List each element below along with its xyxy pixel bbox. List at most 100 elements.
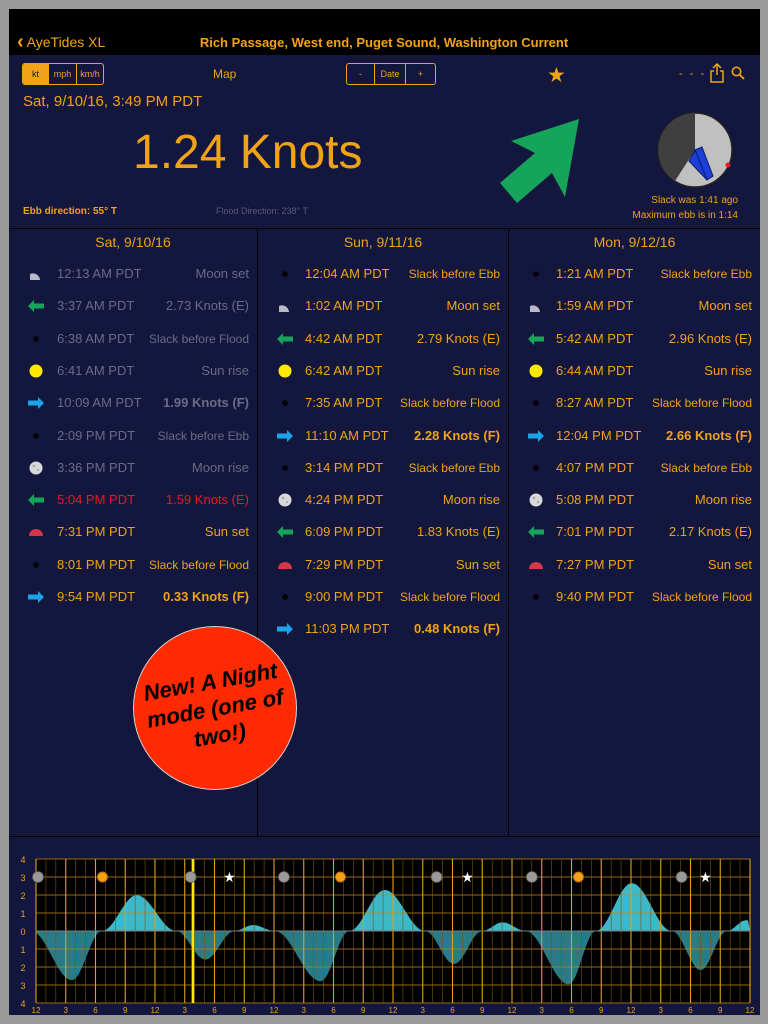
event-row[interactable]: 5:04 PM PDT 1.59 Knots (E): [9, 490, 257, 510]
event-row[interactable]: 4:42 AM PDT 2.79 Knots (E): [258, 329, 508, 349]
ebb-direction-arrow-icon: [497, 115, 592, 210]
event-description: Moon rise: [191, 459, 249, 475]
slack-dot-icon: [527, 266, 545, 282]
event-row[interactable]: 8:27 AM PDT Slack before Flood: [509, 393, 760, 413]
event-row[interactable]: 9:54 PM PDT 0.33 Knots (F): [9, 587, 257, 607]
event-row[interactable]: 9:40 PM PDT Slack before Flood: [509, 587, 760, 607]
event-row[interactable]: 3:36 PM PDT Moon rise: [9, 458, 257, 478]
event-row[interactable]: 3:14 PM PDT Slack before Ebb: [258, 458, 508, 478]
tide-graph[interactable]: 43210123412 3 6 9 12 3 6 9 12 3 6 9 12 3 6 9 12 3 6 9 12 3 6 9 1…: [9, 851, 760, 1015]
moon-icon: [525, 871, 538, 883]
sun-set-icon: [276, 557, 294, 573]
day-column: Mon, 9/12/16 1:21 AM PDT Slack before Ebb 1…: [509, 229, 760, 836]
event-time: 6:38 AM PDT: [57, 330, 135, 346]
x-tick-label: 6: [212, 1006, 217, 1015]
moon-rise-icon: [27, 460, 45, 476]
event-time: 12:04 AM PDT: [305, 266, 390, 281]
event-row[interactable]: 9:00 PM PDT Slack before Flood: [258, 587, 508, 607]
event-row[interactable]: 5:42 AM PDT 2.96 Knots (E): [509, 329, 760, 349]
event-description: Slack before Ebb: [408, 267, 500, 281]
event-row[interactable]: 7:29 PM PDT Sun set: [258, 555, 508, 575]
event-row[interactable]: 10:09 AM PDT 1.99 Knots (F): [9, 393, 257, 413]
map-button[interactable]: Map: [213, 67, 236, 81]
search-icon[interactable]: [731, 66, 745, 85]
x-tick-label: 6: [688, 1006, 693, 1015]
event-row[interactable]: 12:13 AM PDT Moon set: [9, 264, 257, 284]
moon-icon: [32, 871, 44, 883]
x-tick-label: 12: [270, 1006, 279, 1015]
favorite-star-icon[interactable]: ★: [547, 63, 566, 88]
ebb-arrow-icon: [527, 331, 545, 347]
event-row[interactable]: 7:27 PM PDT Sun set: [509, 555, 760, 575]
flood-arrow-icon: [527, 428, 545, 444]
event-row[interactable]: 6:38 AM PDT Slack before Flood: [9, 329, 257, 349]
unit-mph-button[interactable]: mph: [49, 64, 77, 84]
current-speed: 1.24 Knots: [133, 126, 363, 179]
event-row[interactable]: 1:59 AM PDT Moon set: [509, 296, 760, 316]
y-tick-label: 1: [20, 945, 25, 955]
event-description: 2.96 Knots (E): [668, 330, 752, 346]
flood-arrow-icon: [276, 428, 294, 444]
slack-dot-icon: [27, 428, 45, 444]
star-icon: ★: [699, 870, 712, 886]
event-row[interactable]: 7:31 PM PDT Sun set: [9, 522, 257, 542]
event-description: Slack before Flood: [651, 396, 752, 411]
unit-kt-button[interactable]: kt: [23, 64, 49, 84]
event-row[interactable]: 7:35 AM PDT Slack before Flood: [258, 393, 508, 413]
event-time: 7:29 PM PDT: [305, 556, 384, 572]
event-row[interactable]: 8:01 PM PDT Slack before Flood: [9, 555, 257, 575]
event-row[interactable]: 7:01 PM PDT 2.17 Knots (E): [509, 522, 760, 542]
event-row[interactable]: 6:42 AM PDT Sun rise: [258, 361, 508, 381]
y-tick-label: 3: [20, 873, 25, 883]
event-time: 1:02 AM PDT: [305, 298, 383, 314]
event-description: 2.66 Knots (F): [666, 427, 752, 443]
slack-dot-icon: [527, 589, 545, 605]
flood-arrow-icon: [27, 395, 45, 411]
event-row[interactable]: 5:08 PM PDT Moon rise: [509, 490, 760, 510]
event-time: 5:42 AM PDT: [556, 330, 634, 346]
event-row[interactable]: 1:02 AM PDT Moon set: [258, 296, 508, 316]
event-description: Slack before Ebb: [408, 460, 500, 475]
event-row[interactable]: 6:44 AM PDT Sun rise: [509, 361, 760, 381]
tide-clock-dial: [655, 110, 735, 195]
y-tick-label: 4: [20, 855, 25, 865]
event-description: 1.59 Knots (E): [165, 492, 249, 508]
slack-dot-icon: [527, 395, 545, 411]
moon-icon: [184, 871, 197, 883]
x-tick-label: 6: [569, 1006, 574, 1015]
event-time: 6:42 AM PDT: [305, 362, 383, 378]
event-row[interactable]: 12:04 AM PDT Slack before Ebb: [258, 264, 508, 284]
date-button[interactable]: Date: [375, 64, 406, 84]
event-description: Sun set: [707, 556, 752, 572]
date-plus-button[interactable]: +: [406, 64, 435, 84]
event-row[interactable]: 3:37 AM PDT 2.73 Knots (E): [9, 296, 257, 316]
event-row[interactable]: 4:24 PM PDT Moon rise: [258, 490, 508, 510]
date-minus-button[interactable]: -: [347, 64, 375, 84]
event-time: 2:09 PM PDT: [57, 427, 136, 443]
moon-set-icon: [527, 298, 545, 314]
x-tick-label: 6: [93, 1006, 98, 1015]
day-header: Mon, 9/12/16: [593, 234, 676, 250]
event-row[interactable]: 1:21 AM PDT Slack before Ebb: [509, 264, 760, 284]
ebb-arrow-icon: [27, 298, 45, 314]
unit-selector: kt mph km/h: [22, 63, 104, 85]
day-header: Sun, 9/11/16: [343, 234, 423, 250]
event-description: Slack before Flood: [148, 557, 249, 572]
event-row[interactable]: 4:07 PM PDT Slack before Ebb: [509, 458, 760, 478]
event-row[interactable]: 6:09 PM PDT 1.83 Knots (E): [258, 522, 508, 542]
share-icon[interactable]: [709, 62, 725, 88]
event-row[interactable]: 11:03 PM PDT 0.48 Knots (F): [258, 619, 508, 639]
event-row[interactable]: 12:04 PM PDT 2.66 Knots (F): [509, 426, 760, 446]
slack-was-label: Slack was 1:41 ago: [651, 195, 738, 206]
back-button[interactable]: ‹ AyeTides XL: [17, 32, 105, 52]
unit-kmh-button[interactable]: km/h: [77, 64, 103, 84]
event-description: Moon set: [195, 266, 249, 281]
event-row[interactable]: 11:10 AM PDT 2.28 Knots (F): [258, 426, 508, 446]
moon-rise-icon: [527, 492, 545, 508]
x-tick-label: 12: [151, 1006, 160, 1015]
event-row[interactable]: 2:09 PM PDT Slack before Ebb: [9, 426, 257, 446]
event-description: 2.17 Knots (E): [668, 524, 752, 540]
current-time: Sat, 9/10/16, 3:49 PM PDT: [23, 93, 203, 110]
event-row[interactable]: 6:41 AM PDT Sun rise: [9, 361, 257, 381]
x-tick-label: 9: [480, 1006, 485, 1015]
